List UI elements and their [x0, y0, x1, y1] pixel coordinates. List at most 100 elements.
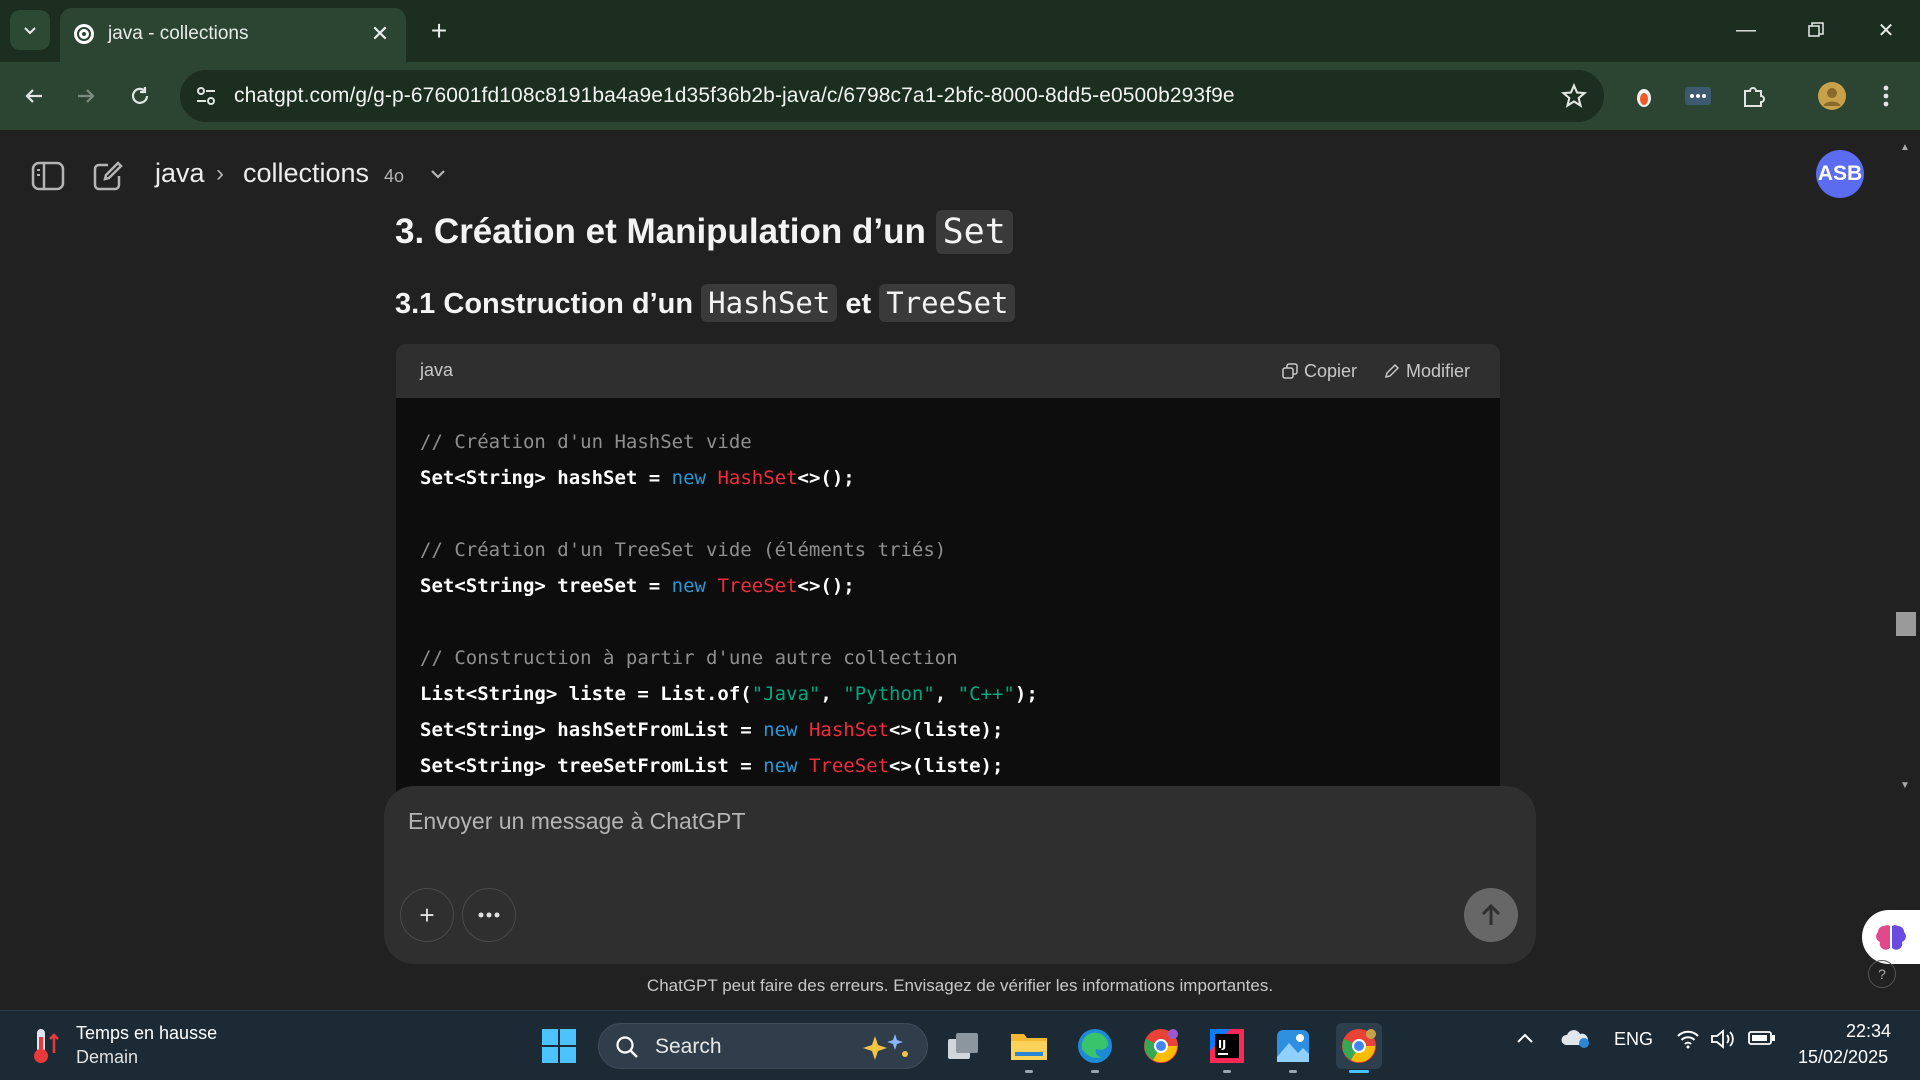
clock-date[interactable]: 15/02/2025	[1798, 1047, 1888, 1068]
brain-extension-icon[interactable]	[1862, 910, 1920, 964]
reload-icon[interactable]	[120, 76, 160, 116]
restore-icon[interactable]	[1794, 10, 1838, 50]
code-token: Set<String> hashSetFromList =	[420, 719, 764, 741]
windows-start-icon[interactable]	[536, 1023, 582, 1069]
active-indicator	[1349, 1070, 1369, 1073]
search-label: Search	[655, 1035, 722, 1058]
site-info-icon[interactable]	[194, 84, 218, 108]
code-token: HashSet	[808, 719, 890, 741]
windows-taskbar: Temps en hausse Demain Search IJ ENG 22:…	[0, 1010, 1920, 1080]
browser-tab[interactable]: java - collections ✕	[60, 8, 406, 62]
new-tab-button[interactable]: +	[422, 14, 456, 48]
sidebar-toggle-icon[interactable]	[28, 156, 68, 196]
extensions-puzzle-icon[interactable]	[1736, 78, 1772, 114]
section-heading: 3. Création et Manipulation d’un Set	[395, 210, 1013, 254]
window-close-icon[interactable]: ✕	[1864, 10, 1908, 50]
onedrive-cloud-icon[interactable]	[1560, 1027, 1590, 1054]
code-token: new	[763, 719, 798, 741]
message-composer[interactable]: Envoyer un message à ChatGPT +	[384, 786, 1536, 964]
model-badge[interactable]: 4o	[384, 166, 404, 187]
code-token: <>();	[797, 467, 855, 489]
heading-text: 3.1 Construction d’un	[395, 288, 694, 320]
code-token: // Création d'un TreeSet vide (éléments …	[420, 539, 947, 561]
running-indicator	[1025, 1070, 1033, 1073]
code-token: <>(liste);	[889, 755, 1004, 777]
code-token: <>();	[797, 575, 855, 597]
code-token: ,	[934, 683, 958, 705]
scroll-up-icon[interactable]: ▲	[1900, 142, 1910, 153]
battery-icon[interactable]	[1748, 1029, 1776, 1052]
new-chat-icon[interactable]	[88, 156, 128, 196]
edge-browser-icon[interactable]	[1072, 1023, 1118, 1073]
code-line: List<String> liste = List.of("Java", "Py…	[420, 676, 1476, 712]
user-avatar[interactable]: ASB	[1816, 150, 1864, 198]
code-token: ,	[820, 683, 844, 705]
running-indicator	[1289, 1070, 1297, 1073]
wifi-icon[interactable]	[1676, 1029, 1700, 1054]
breadcrumb-separator-icon: ›	[216, 160, 224, 187]
clock-time[interactable]: 22:34	[1846, 1021, 1891, 1042]
extension-orange-icon[interactable]	[1626, 78, 1662, 114]
back-arrow-icon[interactable]	[14, 76, 54, 116]
photos-icon[interactable]	[1270, 1023, 1316, 1073]
thermometer-icon[interactable]	[28, 1025, 64, 1065]
bookmark-star-icon[interactable]	[1560, 82, 1588, 110]
message-input[interactable]: Envoyer un message à ChatGPT	[408, 808, 746, 835]
url-text: chatgpt.com/g/g-p-676001fd108c8191ba4a9e…	[234, 84, 1235, 107]
code-token: // Construction à partir d'une autre col…	[420, 647, 958, 669]
profile-avatar-icon[interactable]	[1814, 78, 1850, 114]
help-question-icon[interactable]: ?	[1868, 960, 1896, 988]
extension-dots-icon[interactable]	[1680, 78, 1716, 114]
browser-menu-icon[interactable]	[1868, 78, 1904, 114]
scroll-down-icon[interactable]: ▼	[1900, 780, 1910, 791]
code-block-header: java Copier Modifier	[396, 344, 1500, 398]
send-arrow-up-icon[interactable]	[1464, 888, 1518, 942]
inline-code: Set	[935, 210, 1013, 254]
code-token: Set<String> treeSet =	[420, 575, 672, 597]
breadcrumb-chat[interactable]: collections	[243, 158, 369, 189]
taskbar-search[interactable]: Search	[598, 1023, 928, 1069]
scrollbar-thumb[interactable]	[1896, 612, 1916, 636]
weather-subtitle[interactable]: Demain	[76, 1047, 138, 1068]
svg-text:IJ: IJ	[1218, 1038, 1226, 1051]
address-bar[interactable]: chatgpt.com/g/g-p-676001fd108c8191ba4a9e…	[180, 70, 1604, 122]
code-line: Set<String> treeSet = new TreeSet<>();	[420, 568, 1476, 604]
code-token: new	[763, 755, 798, 777]
running-indicator	[1223, 1070, 1231, 1073]
code-content: // Création d'un HashSet vide Set<String>…	[396, 398, 1500, 804]
copy-code-button[interactable]: Copier	[1282, 358, 1357, 384]
code-line: // Création d'un TreeSet vide (éléments …	[420, 532, 1476, 568]
code-token: // Création d'un HashSet vide	[420, 431, 752, 453]
edit-code-button[interactable]: Modifier	[1384, 358, 1470, 384]
weather-title[interactable]: Temps en hausse	[76, 1023, 217, 1044]
breadcrumb-project[interactable]: java	[155, 158, 205, 189]
code-block: java Copier Modifier // Création d'un Ha…	[396, 344, 1500, 804]
code-line: // Création d'un HashSet vide	[420, 424, 1476, 460]
chrome-profile-icon[interactable]	[1138, 1023, 1184, 1069]
intellij-idea-icon[interactable]: IJ	[1204, 1023, 1250, 1073]
heading-text: et	[845, 288, 872, 320]
model-chevron-down-icon[interactable]	[418, 154, 458, 194]
chrome-active-icon[interactable]	[1336, 1023, 1382, 1073]
code-token: "Java"	[751, 683, 821, 705]
code-token: <>(liste);	[889, 719, 1004, 741]
running-indicator	[1091, 1070, 1099, 1073]
code-token: new	[671, 575, 706, 597]
file-explorer-icon[interactable]	[1006, 1023, 1052, 1073]
minimize-icon[interactable]: —	[1724, 10, 1768, 50]
tab-search-button[interactable]	[10, 10, 50, 50]
language-indicator[interactable]: ENG	[1614, 1029, 1653, 1050]
chat-page: java › collections 4o ASB 3. Création et…	[0, 130, 1920, 1010]
task-view-icon[interactable]	[940, 1023, 986, 1069]
attach-plus-icon[interactable]: +	[400, 888, 454, 942]
volume-icon[interactable]	[1710, 1029, 1736, 1054]
pencil-icon	[1384, 363, 1400, 379]
more-options-icon[interactable]	[462, 888, 516, 942]
tab-close-icon[interactable]: ✕	[366, 20, 394, 48]
forward-arrow-icon[interactable]	[66, 76, 106, 116]
copy-label: Copier	[1304, 360, 1358, 381]
tray-chevron-up-icon[interactable]	[1516, 1029, 1534, 1050]
